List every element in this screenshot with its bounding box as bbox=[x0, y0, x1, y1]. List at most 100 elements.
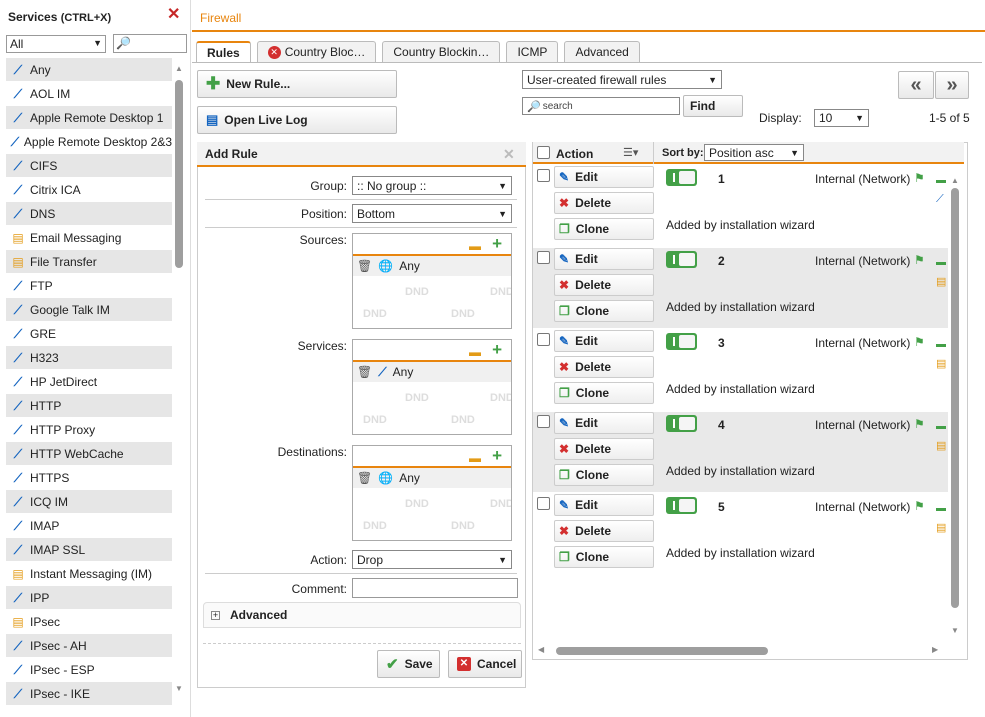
destinations-item[interactable]: 🗑 🌐 Any bbox=[353, 468, 511, 488]
remove-icon[interactable] bbox=[936, 508, 946, 511]
close-icon[interactable]: ✕ bbox=[167, 7, 180, 23]
scroll-left-icon[interactable]: ◀ bbox=[538, 645, 544, 654]
rule-filter-select[interactable]: User-created firewall rules ▼ bbox=[522, 70, 722, 89]
clone-rule-button[interactable]: ❐ Clone bbox=[554, 382, 654, 404]
clone-rule-button[interactable]: ❐ Clone bbox=[554, 464, 654, 486]
service-item[interactable]: ⟋ IMAP SSL bbox=[6, 538, 172, 562]
remove-icon[interactable] bbox=[936, 344, 946, 347]
service-item[interactable]: ⟋ CIFS bbox=[6, 154, 172, 178]
select-all-checkbox[interactable] bbox=[537, 146, 550, 159]
advanced-section-toggle[interactable]: + Advanced bbox=[203, 602, 521, 628]
folder-icon[interactable]: ▬ bbox=[469, 451, 481, 465]
scroll-down-icon[interactable]: ▼ bbox=[951, 626, 959, 635]
tab-advanced[interactable]: Advanced bbox=[564, 41, 640, 63]
edit-rule-button[interactable]: ✎ Edit bbox=[554, 330, 654, 352]
service-item[interactable]: ⟋ IPsec - ESP bbox=[6, 658, 172, 682]
edit-rule-button[interactable]: ✎ Edit bbox=[554, 494, 654, 516]
rule-enabled-toggle[interactable] bbox=[666, 169, 697, 186]
service-item[interactable]: ⟋ IMAP bbox=[6, 514, 172, 538]
delete-rule-button[interactable]: ✖ Delete bbox=[554, 356, 654, 378]
clone-rule-button[interactable]: ❐ Clone bbox=[554, 300, 654, 322]
clone-rule-button[interactable]: ❐ Clone bbox=[554, 546, 654, 568]
previous-page-button[interactable]: « bbox=[898, 71, 934, 99]
rule-enabled-toggle[interactable] bbox=[666, 497, 697, 514]
service-item[interactable]: ⟋ GRE bbox=[6, 322, 172, 346]
remove-icon[interactable] bbox=[936, 180, 946, 183]
service-item[interactable]: ⟋ Any bbox=[6, 58, 172, 82]
grid-vertical-scrollbar[interactable]: ▲ ▼ bbox=[950, 176, 960, 638]
services-filter-select[interactable]: All ▼ bbox=[6, 35, 106, 53]
delete-rule-button[interactable]: ✖ Delete bbox=[554, 192, 654, 214]
tab-icmp[interactable]: ICMP bbox=[506, 41, 559, 63]
cancel-button[interactable]: ✕ Cancel bbox=[448, 650, 522, 678]
action-select[interactable]: Drop ▼ bbox=[352, 550, 512, 569]
delete-rule-button[interactable]: ✖ Delete bbox=[554, 520, 654, 542]
rule-enabled-toggle[interactable] bbox=[666, 415, 697, 432]
remove-icon[interactable] bbox=[936, 426, 946, 429]
rule-checkbox[interactable] bbox=[537, 333, 550, 346]
service-item[interactable]: ▤ IPsec bbox=[6, 610, 172, 634]
folder-icon[interactable]: ▬ bbox=[469, 345, 481, 359]
scroll-right-icon[interactable]: ▶ bbox=[932, 645, 938, 654]
sources-item[interactable]: 🗑 🌐 Any bbox=[353, 256, 511, 276]
add-icon[interactable]: + bbox=[492, 340, 502, 360]
rule-checkbox[interactable] bbox=[537, 415, 550, 428]
edit-rule-button[interactable]: ✎ Edit bbox=[554, 412, 654, 434]
scrollbar-thumb[interactable] bbox=[951, 188, 959, 608]
scroll-up-icon[interactable]: ▲ bbox=[951, 176, 959, 185]
service-item[interactable]: ⟋ HTTP bbox=[6, 394, 172, 418]
save-button[interactable]: ✔ Save bbox=[377, 650, 440, 678]
add-icon[interactable]: + bbox=[492, 446, 502, 466]
next-page-button[interactable]: » bbox=[935, 71, 969, 99]
services-search-input[interactable]: 🔎 bbox=[113, 34, 187, 53]
group-select[interactable]: :: No group :: ▼ bbox=[352, 176, 512, 195]
service-item[interactable]: ⟋ HTTP WebCache bbox=[6, 442, 172, 466]
remove-icon[interactable] bbox=[936, 262, 946, 265]
service-item[interactable]: ⟋ Apple Remote Desktop 1 bbox=[6, 106, 172, 130]
service-item[interactable]: ⟋ IPP bbox=[6, 586, 172, 610]
folder-icon[interactable]: ▬ bbox=[469, 239, 481, 253]
service-item[interactable]: ⟋ IPsec - AH bbox=[6, 634, 172, 658]
service-item[interactable]: ▤ Email Messaging bbox=[6, 226, 172, 250]
scroll-up-icon[interactable]: ▲ bbox=[175, 64, 183, 73]
service-item[interactable]: ⟋ DNS bbox=[6, 202, 172, 226]
clone-rule-button[interactable]: ❐ Clone bbox=[554, 218, 654, 240]
edit-rule-button[interactable]: ✎ Edit bbox=[554, 248, 654, 270]
services-listbox[interactable]: ▬ + 🗑 ⟋ Any DND DND DND DND bbox=[352, 339, 512, 435]
delete-rule-button[interactable]: ✖ Delete bbox=[554, 274, 654, 296]
service-item[interactable]: ⟋ FTP bbox=[6, 274, 172, 298]
edit-rule-button[interactable]: ✎ Edit bbox=[554, 166, 654, 188]
rule-enabled-toggle[interactable] bbox=[666, 333, 697, 350]
services-item[interactable]: 🗑 ⟋ Any bbox=[353, 362, 511, 382]
service-item[interactable]: ⟋ AOL IM bbox=[6, 82, 172, 106]
scrollbar-thumb[interactable] bbox=[556, 647, 768, 655]
service-item[interactable]: ⟋ Google Talk IM bbox=[6, 298, 172, 322]
sources-listbox[interactable]: ▬ + 🗑 🌐 Any DND DND DND DND bbox=[352, 233, 512, 329]
service-item[interactable]: ▤ Instant Messaging (IM) bbox=[6, 562, 172, 586]
trash-icon[interactable]: 🗑 bbox=[357, 259, 372, 273]
service-item[interactable]: ⟋ Citrix ICA bbox=[6, 178, 172, 202]
rule-search-input[interactable]: 🔎 search bbox=[522, 97, 680, 115]
scroll-down-icon[interactable]: ▼ bbox=[175, 684, 183, 693]
services-scrollbar[interactable]: ▲ ▼ bbox=[174, 58, 184, 706]
rule-checkbox[interactable] bbox=[537, 251, 550, 264]
tab-country-blocking[interactable]: ✕ Country Bloc… bbox=[256, 41, 377, 63]
add-icon[interactable]: + bbox=[492, 234, 502, 254]
tab-country-blocking-exceptions[interactable]: Country Blockin… bbox=[382, 41, 501, 63]
find-button[interactable]: Find bbox=[683, 95, 743, 117]
service-item[interactable]: ▤ File Transfer bbox=[6, 250, 172, 274]
rule-checkbox[interactable] bbox=[537, 497, 550, 510]
service-item[interactable]: ⟋ H323 bbox=[6, 346, 172, 370]
tab-rules[interactable]: Rules bbox=[196, 41, 251, 63]
delete-rule-button[interactable]: ✖ Delete bbox=[554, 438, 654, 460]
service-item[interactable]: ⟋ Apple Remote Desktop 2&3 bbox=[6, 130, 172, 154]
column-menu-icon[interactable]: ☰▾ bbox=[623, 146, 638, 159]
display-count-select[interactable]: 10 ▼ bbox=[814, 109, 869, 127]
position-select[interactable]: Bottom ▼ bbox=[352, 204, 512, 223]
trash-icon[interactable]: 🗑 bbox=[357, 471, 372, 485]
close-icon[interactable]: ✕ bbox=[503, 146, 515, 163]
sort-select[interactable]: Position asc ▼ bbox=[704, 144, 804, 161]
grid-horizontal-scrollbar[interactable]: ◀ ▶ bbox=[538, 645, 942, 656]
rule-enabled-toggle[interactable] bbox=[666, 251, 697, 268]
rule-checkbox[interactable] bbox=[537, 169, 550, 182]
